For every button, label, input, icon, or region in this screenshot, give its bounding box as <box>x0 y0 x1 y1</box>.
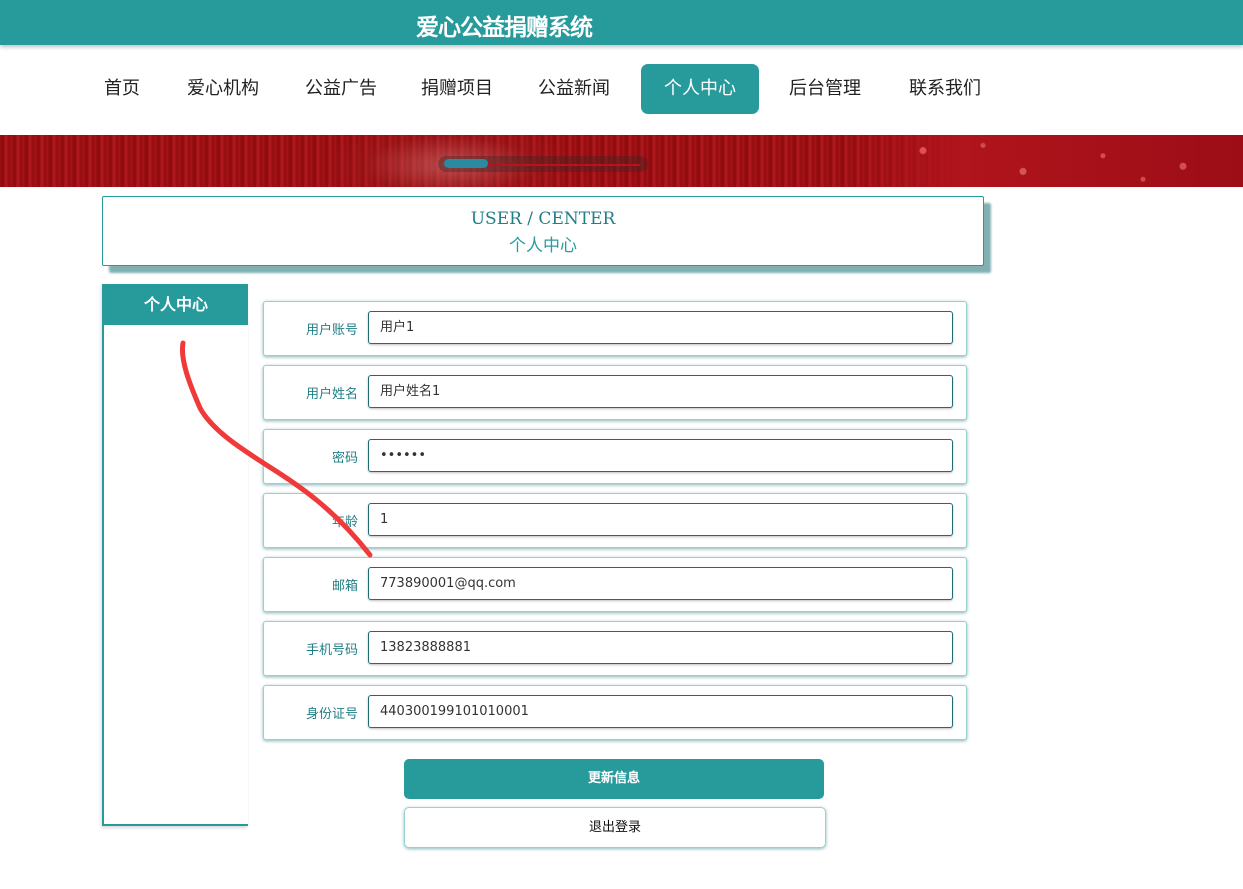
form-row-email: 邮箱 <box>263 557 967 612</box>
section-title-zh: 个人中心 <box>509 236 577 256</box>
phone-input[interactable] <box>368 631 953 664</box>
id-number-input[interactable] <box>368 695 953 728</box>
section-title-en: USER / CENTER <box>470 209 616 229</box>
account-input[interactable] <box>368 311 953 344</box>
sidebar-item-user-center[interactable]: 个人中心 <box>104 284 248 325</box>
update-info-button[interactable]: 更新信息 <box>404 759 824 799</box>
sidebar: 个人中心 <box>102 284 248 826</box>
email-input[interactable] <box>368 567 953 600</box>
carousel-pagination <box>438 156 648 172</box>
nav-item-donation-projects[interactable]: 捐赠项目 <box>412 64 502 114</box>
form-row-account: 用户账号 <box>263 301 967 356</box>
phone-label: 手机号码 <box>305 643 358 658</box>
form-row-name: 用户姓名 <box>263 365 967 420</box>
form-row-age: 年龄 <box>263 493 967 548</box>
section-title-box: USER / CENTER 个人中心 <box>102 196 984 266</box>
email-label: 邮箱 <box>331 579 358 594</box>
age-input[interactable] <box>368 503 953 536</box>
account-label: 用户账号 <box>305 323 358 338</box>
logout-button[interactable]: 退出登录 <box>404 807 826 848</box>
banner-sparkle <box>843 135 1243 187</box>
form-row-phone: 手机号码 <box>263 621 967 676</box>
name-label: 用户姓名 <box>305 387 358 402</box>
nav-item-home[interactable]: 首页 <box>92 64 152 114</box>
nav-item-public-ads[interactable]: 公益广告 <box>296 64 386 114</box>
form-row-id-number: 身份证号 <box>263 685 967 740</box>
carousel-progress-line <box>488 164 640 166</box>
nav-item-admin[interactable]: 后台管理 <box>780 64 870 114</box>
nav-item-user-center[interactable]: 个人中心 <box>641 64 759 114</box>
age-label: 年龄 <box>331 515 358 530</box>
nav-item-charity-orgs[interactable]: 爱心机构 <box>178 64 268 114</box>
nav-item-charity-news[interactable]: 公益新闻 <box>529 64 619 114</box>
site-title: 爱心公益捐赠系统 <box>416 15 593 41</box>
nav-item-contact[interactable]: 联系我们 <box>900 64 990 114</box>
name-input[interactable] <box>368 375 953 408</box>
password-label: 密码 <box>331 451 358 466</box>
id-number-label: 身份证号 <box>305 707 358 722</box>
form-row-password: 密码 <box>263 429 967 484</box>
main-nav: 首页 爱心机构 公益广告 捐赠项目 公益新闻 个人中心 后台管理 联系我们 <box>0 64 1243 116</box>
password-input[interactable] <box>368 439 953 472</box>
top-header-bar: 爱心公益捐赠系统 <box>0 0 1243 45</box>
carousel-active-dot[interactable] <box>444 159 488 168</box>
